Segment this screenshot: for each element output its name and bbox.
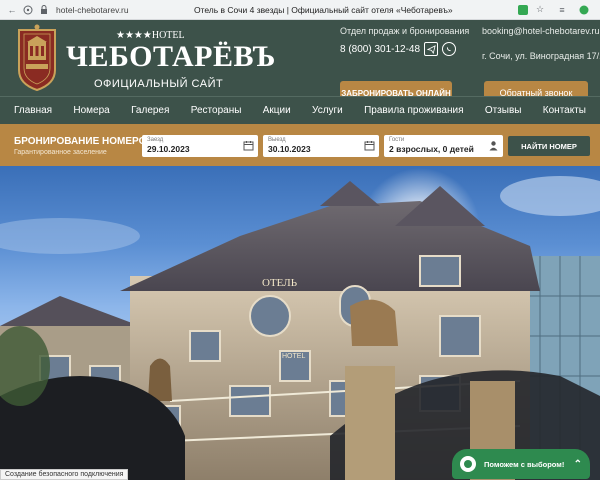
nav-item-offers[interactable]: Акции xyxy=(263,105,291,116)
star-icon[interactable]: ☆ xyxy=(534,4,546,16)
telegram-icon[interactable] xyxy=(424,42,439,56)
back-arrow-icon[interactable]: ← xyxy=(6,4,18,16)
guests-field[interactable]: Гости 2 взрослых, 0 детей xyxy=(384,135,503,157)
chevron-up-icon[interactable]: ⌃ xyxy=(574,459,582,470)
checkout-label: Выезд xyxy=(268,137,286,143)
calendar-icon xyxy=(364,141,375,151)
checkout-field[interactable]: Выезд 30.10.2023 xyxy=(263,135,379,157)
booking-subtitle: Гарантированное заселение xyxy=(14,149,107,156)
contact-email[interactable]: booking@hotel-chebotarev.ru xyxy=(482,26,600,36)
calendar-icon xyxy=(243,141,254,151)
checkin-field[interactable]: Заезд 29.10.2023 xyxy=(142,135,258,157)
hero-image: ОТЕЛЬ HOTEL xyxy=(0,166,600,480)
nav-item-gallery[interactable]: Галерея xyxy=(131,105,169,116)
checkout-value: 30.10.2023 xyxy=(268,144,311,154)
reading-list-icon[interactable]: ≡ xyxy=(556,4,568,16)
browser-status-bar: Создание безопасного подключения xyxy=(0,469,129,480)
nav-item-reviews[interactable]: Отзывы xyxy=(485,105,522,116)
nav-item-home[interactable]: Главная xyxy=(14,105,52,116)
hotel-sign: ОТЕЛЬ xyxy=(262,277,297,289)
booking-title: БРОНИРОВАНИЕ НОМЕРОВ xyxy=(14,136,154,147)
help-widget-label: Поможем с выбором! xyxy=(484,459,565,469)
whatsapp-icon[interactable] xyxy=(442,42,457,56)
nav-item-services[interactable]: Услуги xyxy=(312,105,343,116)
logo-subtitle: ОФИЦИАЛЬНЫЙ САЙТ xyxy=(94,78,224,90)
nav-item-rooms[interactable]: Номера xyxy=(73,105,109,116)
checkin-value: 29.10.2023 xyxy=(147,144,190,154)
hotel-building-photo: ОТЕЛЬ HOTEL xyxy=(0,168,600,480)
guests-value: 2 взрослых, 0 детей xyxy=(389,144,474,154)
extension-icon[interactable] xyxy=(518,4,528,15)
logo-name: ЧЕБОТАРЁВЪ xyxy=(66,40,276,73)
browser-address-bar: ← hotel-chebotarev.ru Отель в Сочи 4 зве… xyxy=(0,0,600,20)
find-room-button[interactable]: НАЙТИ НОМЕР xyxy=(508,136,590,156)
site-header: ★★★★HOTEL ЧЕБОТАРЁВЪ ОФИЦИАЛЬНЫЙ САЙТ От… xyxy=(0,20,600,105)
hotel-crest-icon[interactable] xyxy=(16,24,58,92)
sales-phone[interactable]: 8 (800) 301-12-48 xyxy=(340,44,420,55)
sales-contacts: Отдел продаж и бронирования 8 (800) 301-… xyxy=(340,26,470,56)
main-nav: Главная Номера Галерея Рестораны Акции У… xyxy=(0,96,600,124)
nav-item-contacts[interactable]: Контакты xyxy=(543,105,586,116)
booking-bar: БРОНИРОВАНИЕ НОМЕРОВ Гарантированное зас… xyxy=(0,124,600,166)
nav-item-restaurants[interactable]: Рестораны xyxy=(191,105,242,116)
guests-label: Гости xyxy=(389,137,405,143)
url-field[interactable]: hotel-chebotarev.ru xyxy=(38,2,129,18)
person-icon xyxy=(489,141,498,151)
chat-icon xyxy=(460,456,476,472)
sales-label: Отдел продаж и бронирования xyxy=(340,26,470,36)
page-title: Отель в Сочи 4 звезды | Официальный сайт… xyxy=(193,4,453,15)
checkin-label: Заезд xyxy=(147,137,164,143)
site-info-icon[interactable] xyxy=(22,4,34,16)
url-text: hotel-chebotarev.ru xyxy=(56,4,129,15)
contact-info: booking@hotel-chebotarev.ru г. Сочи, ул.… xyxy=(482,26,600,70)
lock-icon xyxy=(38,4,50,16)
contact-address: г. Сочи, ул. Виноградная 17/1 xyxy=(482,51,600,61)
nav-item-rules[interactable]: Правила проживания xyxy=(364,105,463,116)
help-chat-widget[interactable]: Поможем с выбором! ⌃ xyxy=(452,449,590,479)
hotel-sign-small: HOTEL xyxy=(282,353,305,360)
profile-icon[interactable] xyxy=(578,4,590,16)
